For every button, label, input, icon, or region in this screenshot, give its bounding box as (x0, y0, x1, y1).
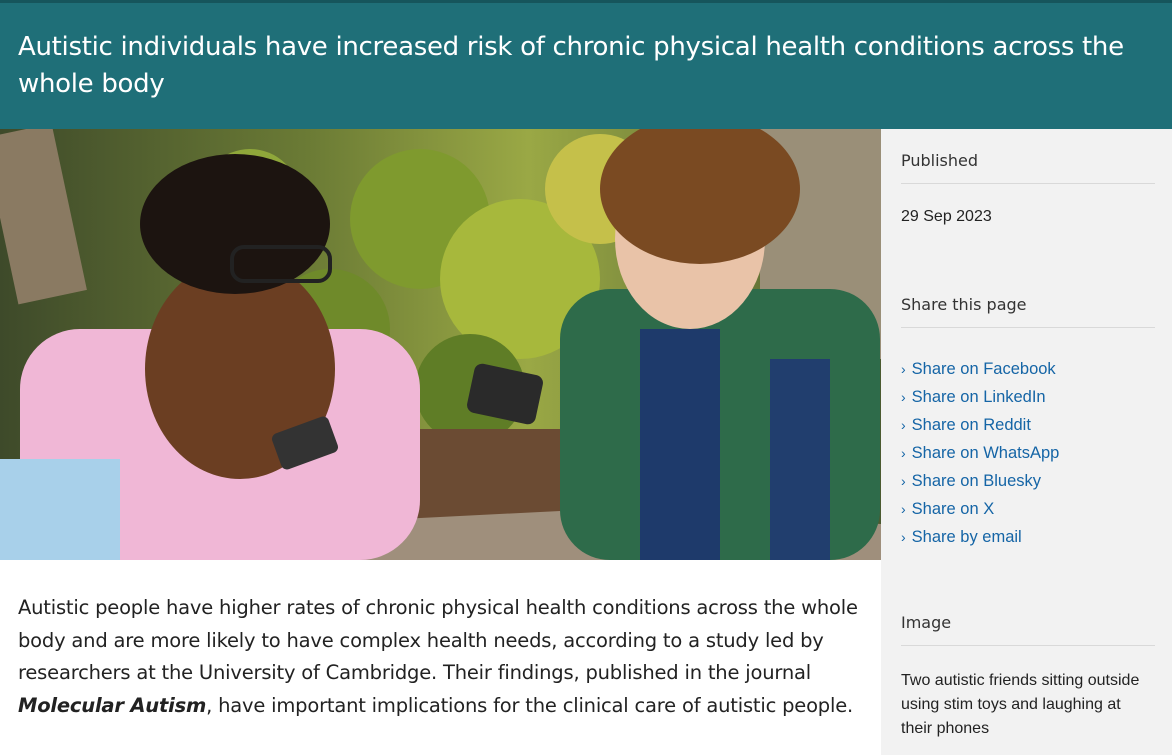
page-title: Autistic individuals have increased risk… (18, 32, 1124, 99)
share-x-link[interactable]: Share on X (912, 500, 995, 518)
share-list: › Share on Facebook › Share on LinkedIn › S… (901, 360, 1059, 556)
share-email[interactable]: › Share by email (901, 528, 1059, 556)
share-reddit-link[interactable]: Share on Reddit (912, 416, 1031, 434)
share-linkedin[interactable]: › Share on LinkedIn (901, 388, 1059, 416)
lead-text: Autistic people have higher rates of chr… (18, 596, 858, 684)
chevron-right-icon: › (901, 445, 906, 461)
chevron-right-icon: › (901, 529, 906, 545)
chevron-right-icon: › (901, 417, 906, 433)
share-bluesky-link[interactable]: Share on Bluesky (912, 472, 1041, 490)
share-label: Share this page (901, 295, 1155, 328)
share-facebook-link[interactable]: Share on Facebook (912, 360, 1056, 378)
share-reddit[interactable]: › Share on Reddit (901, 416, 1059, 444)
hero-photo-illustration (0, 129, 881, 560)
share-whatsapp[interactable]: › Share on WhatsApp (901, 444, 1059, 472)
share-whatsapp-link[interactable]: Share on WhatsApp (912, 444, 1060, 462)
article-lead: Autistic people have higher rates of chr… (18, 592, 863, 722)
journal-name: Molecular Autism (18, 693, 207, 717)
share-linkedin-link[interactable]: Share on LinkedIn (912, 388, 1046, 406)
share-bluesky[interactable]: › Share on Bluesky (901, 472, 1059, 500)
image-label: Image (901, 613, 1155, 646)
article-sidebar: Published 29 Sep 2023 Share this page › S… (881, 129, 1172, 755)
article-header: Autistic individuals have increased risk… (0, 0, 1172, 129)
image-caption: Two autistic friends sitting outside usi… (901, 672, 1140, 737)
hero-photo (0, 129, 881, 560)
chevron-right-icon: › (901, 501, 906, 517)
lead-text-end: , have important implications for the cl… (206, 693, 853, 717)
chevron-right-icon: › (901, 473, 906, 489)
share-facebook[interactable]: › Share on Facebook (901, 360, 1059, 388)
published-date: 29 Sep 2023 (901, 208, 992, 225)
published-label: Published (901, 151, 1155, 184)
chevron-right-icon: › (901, 389, 906, 405)
share-x[interactable]: › Share on X (901, 500, 1059, 528)
share-email-link[interactable]: Share by email (912, 528, 1022, 546)
chevron-right-icon: › (901, 361, 906, 377)
